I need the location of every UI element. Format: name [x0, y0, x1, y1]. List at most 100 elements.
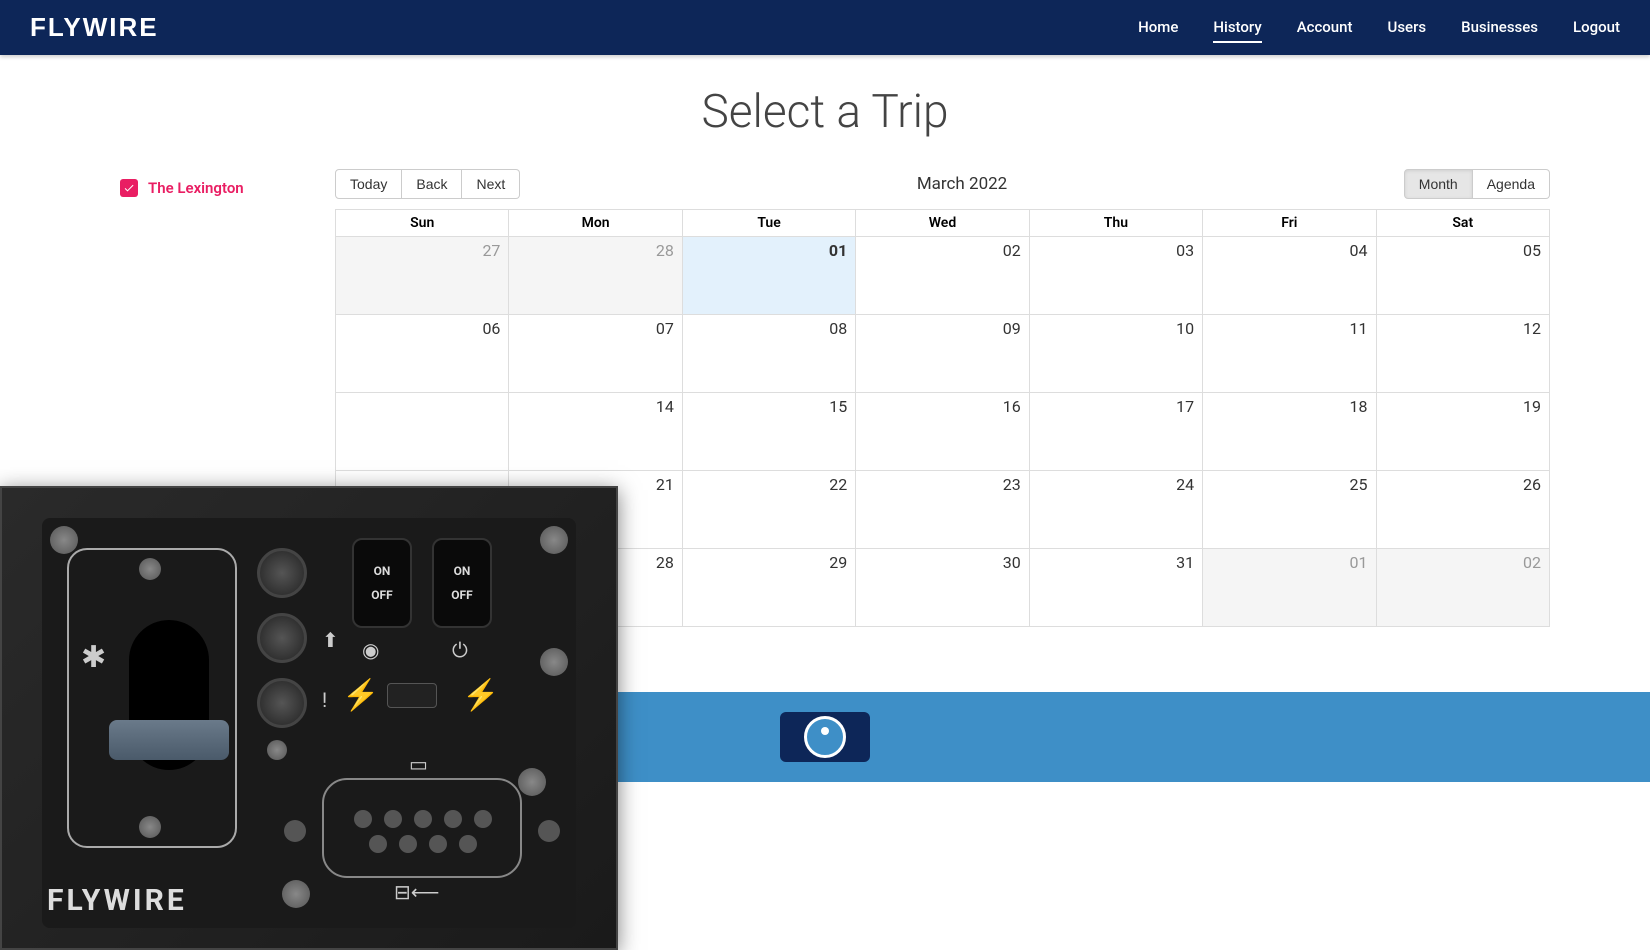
switch-off-label: OFF: [451, 588, 472, 602]
calendar-cell[interactable]: 15: [682, 393, 855, 471]
port-icon: [399, 835, 417, 853]
today-button[interactable]: Today: [335, 169, 402, 199]
port-icon: [384, 810, 402, 828]
day-header: Sat: [1376, 210, 1549, 237]
power-icon: ⏻: [452, 638, 468, 662]
filter-item[interactable]: The Lexington: [120, 179, 335, 197]
nav-businesses[interactable]: Businesses: [1461, 13, 1538, 43]
device-knob: [257, 613, 307, 663]
nav: Home History Account Users Businesses Logout: [1138, 13, 1620, 43]
port-icon: [474, 810, 492, 828]
month-label: March 2022: [917, 174, 1007, 194]
calendar-cell[interactable]: 12: [1376, 315, 1549, 393]
calendar-cell[interactable]: 29: [682, 549, 855, 627]
device-knob: [257, 678, 307, 728]
calendar-cell[interactable]: 03: [1029, 237, 1202, 315]
port-icon: [354, 810, 372, 828]
day-header: Wed: [856, 210, 1029, 237]
nav-users[interactable]: Users: [1388, 13, 1427, 43]
check-icon: [123, 182, 135, 194]
screw-icon: [50, 526, 78, 554]
calendar-cell[interactable]: 30: [856, 549, 1029, 627]
day-header: Fri: [1203, 210, 1376, 237]
usb-icon: ⬆: [322, 628, 339, 652]
nav-history[interactable]: History: [1213, 13, 1261, 43]
nav-home[interactable]: Home: [1138, 13, 1178, 43]
nav-button-group: TodayBackNext: [335, 169, 520, 199]
warning-icon: !: [322, 688, 327, 712]
back-button[interactable]: Back: [402, 169, 462, 199]
nav-logout[interactable]: Logout: [1573, 13, 1620, 43]
calendar-cell[interactable]: 05: [1376, 237, 1549, 315]
usb-connector-icon: ⊟⟵: [394, 880, 439, 904]
calendar-cell[interactable]: 06: [336, 315, 509, 393]
lightning-icon: ⚡: [462, 678, 499, 713]
device-network-panel: ✱: [67, 548, 237, 848]
view-button-group: MonthAgenda: [1404, 169, 1550, 199]
port-icon: [538, 820, 560, 842]
lightning-icon: ⚡: [342, 678, 379, 713]
header: FLYWIRE Home History Account Users Businesse…: [0, 0, 1650, 55]
screw-icon: [540, 526, 568, 554]
screw-icon: [282, 880, 310, 908]
calendar-cell[interactable]: 01: [682, 237, 855, 315]
screw-icon: [139, 816, 161, 838]
logo-text: FLYWIRE: [30, 12, 159, 43]
switch-on-label: ON: [454, 564, 471, 578]
agenda-view-button[interactable]: Agenda: [1473, 169, 1550, 199]
calendar-cell[interactable]: 31: [1029, 549, 1202, 627]
calendar-cell[interactable]: [336, 393, 509, 471]
calendar-cell[interactable]: 14: [509, 393, 682, 471]
port-icon: [429, 835, 447, 853]
screw-icon: [267, 740, 287, 760]
calendar-cell[interactable]: 10: [1029, 315, 1202, 393]
calendar-cell[interactable]: 18: [1203, 393, 1376, 471]
calendar-cell[interactable]: 25: [1203, 471, 1376, 549]
device-slider: [387, 683, 437, 708]
port-icon: [414, 810, 432, 828]
device-port-panel: ▭ ⊟⟵: [322, 778, 522, 878]
port-icon: [444, 810, 462, 828]
calendar-cell[interactable]: 19: [1376, 393, 1549, 471]
calendar-cell[interactable]: 27: [336, 237, 509, 315]
day-header: Mon: [509, 210, 682, 237]
device-logo: FLYWIRE: [47, 883, 187, 918]
port-icon: [369, 835, 387, 853]
day-header: Thu: [1029, 210, 1202, 237]
calendar-cell[interactable]: 09: [856, 315, 1029, 393]
record-icon: ◉: [362, 638, 379, 662]
calendar-cell[interactable]: 04: [1203, 237, 1376, 315]
device-switch-2: ON OFF: [432, 538, 492, 628]
filter-label: The Lexington: [148, 179, 244, 197]
nav-account[interactable]: Account: [1297, 13, 1353, 43]
next-button[interactable]: Next: [462, 169, 520, 199]
calendar-cell[interactable]: 11: [1203, 315, 1376, 393]
calendar-cell[interactable]: 26: [1376, 471, 1549, 549]
battery-icon: ▭: [409, 752, 428, 776]
filter-checkbox[interactable]: [120, 179, 138, 197]
footer-logo: [780, 712, 870, 762]
calendar-cell[interactable]: 07: [509, 315, 682, 393]
logo: FLYWIRE: [30, 12, 159, 43]
calendar-cell[interactable]: 01: [1203, 549, 1376, 627]
calendar-cell[interactable]: 08: [682, 315, 855, 393]
device-switch-1: ON OFF: [352, 538, 412, 628]
page-title: Select a Trip: [0, 85, 1650, 139]
day-header: Tue: [682, 210, 855, 237]
calendar-toolbar: TodayBackNext March 2022 MonthAgenda: [335, 169, 1550, 199]
calendar-cell[interactable]: 02: [1376, 549, 1549, 627]
calendar-cell[interactable]: 17: [1029, 393, 1202, 471]
device-photo-overlay: ✱ ⬆ ! ⚡ ⚡ ◉ ⏻ ON OFF ON OFF ▭: [0, 486, 618, 950]
screw-icon: [139, 558, 161, 580]
screw-icon: [518, 768, 546, 796]
camera-lens-icon: [804, 716, 846, 758]
calendar-cell[interactable]: 28: [509, 237, 682, 315]
calendar-cell[interactable]: 24: [1029, 471, 1202, 549]
calendar-cell[interactable]: 23: [856, 471, 1029, 549]
calendar-cell[interactable]: 16: [856, 393, 1029, 471]
switch-off-label: OFF: [371, 588, 392, 602]
calendar-cell[interactable]: 22: [682, 471, 855, 549]
month-view-button[interactable]: Month: [1404, 169, 1473, 199]
network-icon: ✱: [81, 640, 106, 675]
calendar-cell[interactable]: 02: [856, 237, 1029, 315]
